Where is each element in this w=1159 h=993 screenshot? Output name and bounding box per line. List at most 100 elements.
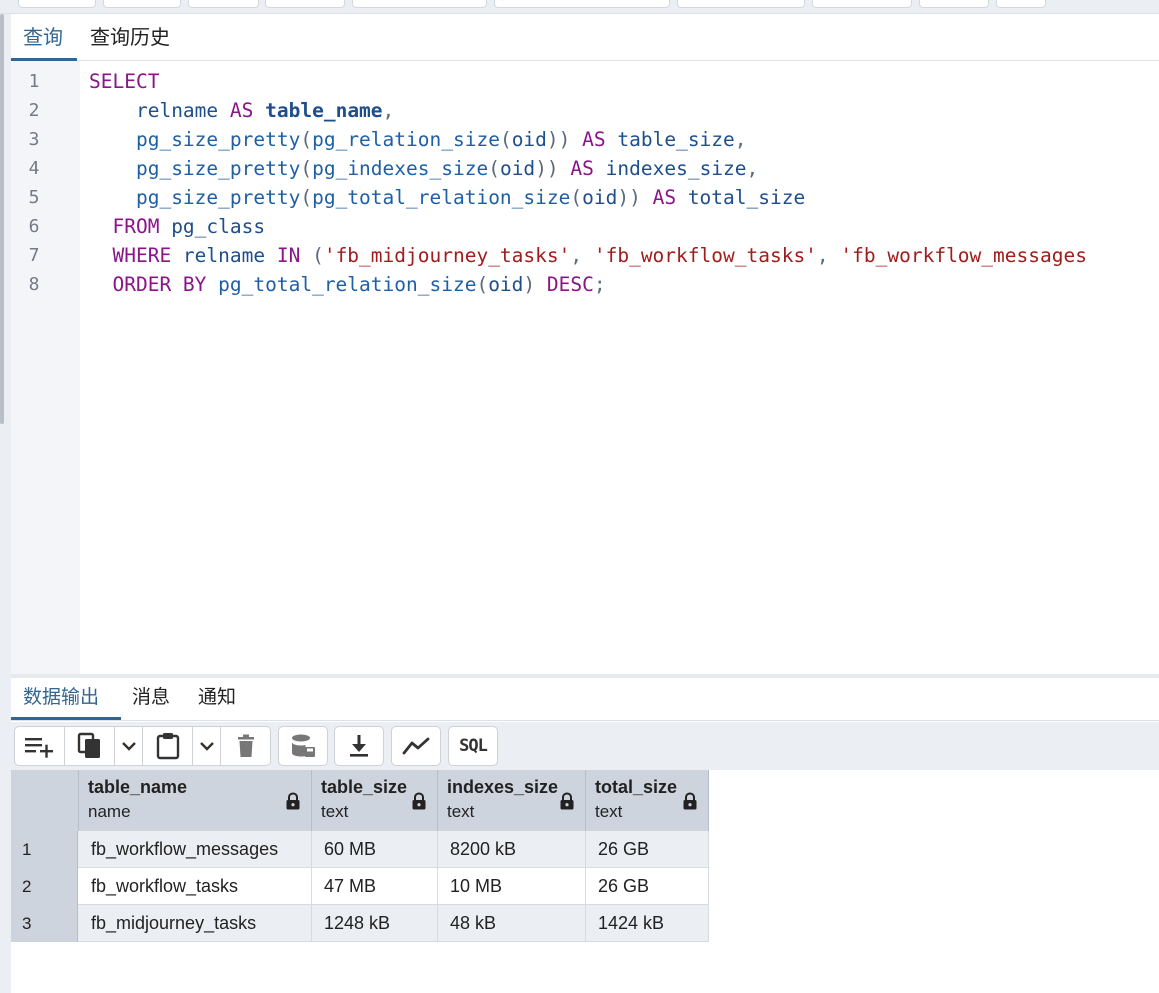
table-row[interactable]: 1 fb_workflow_messages 60 MB 8200 kB 26 …	[11, 831, 709, 868]
query-tab-bar: 查询 查询历史	[11, 14, 1159, 61]
table-row[interactable]: 3 fb_midjourney_tasks 1248 kB 48 kB 1424…	[11, 905, 709, 942]
column-header[interactable]: table_size text	[312, 770, 438, 831]
add-row-button[interactable]	[15, 727, 65, 765]
copy-icon	[77, 732, 100, 758]
sql-button[interactable]: SQL	[449, 727, 497, 765]
code-token: (	[300, 186, 313, 209]
save-data-button[interactable]	[279, 727, 327, 765]
code-token: (	[570, 186, 583, 209]
code-token: (	[499, 128, 512, 151]
table-cell[interactable]: 1248 kB	[312, 905, 438, 942]
row-number[interactable]: 3	[11, 905, 78, 942]
table-cell[interactable]: 10 MB	[438, 868, 586, 905]
paste-button[interactable]	[143, 727, 193, 765]
code-line[interactable]: WHERE relname IN ('fb_midjourney_tasks',…	[89, 241, 1086, 270]
code-line[interactable]: SELECT	[89, 67, 159, 96]
download-icon	[350, 735, 368, 757]
row-number[interactable]: 1	[11, 831, 78, 868]
column-name: table_name	[88, 777, 188, 797]
table-cell[interactable]: fb_workflow_tasks	[79, 868, 312, 905]
row-number[interactable]: 2	[11, 868, 78, 905]
tab-query[interactable]: 查询	[23, 23, 63, 51]
line-number: 5	[28, 187, 40, 208]
download-button[interactable]	[335, 727, 383, 765]
table-cell[interactable]: 26 GB	[586, 831, 709, 868]
table-cell[interactable]: 26 GB	[586, 868, 709, 905]
code-token: relname	[171, 244, 277, 267]
column-header[interactable]: total_size text	[586, 770, 709, 831]
code-line[interactable]: FROM pg_class	[89, 212, 265, 241]
table-cell[interactable]: fb_midjourney_tasks	[79, 905, 312, 942]
table-cell[interactable]: 47 MB	[312, 868, 438, 905]
lock-icon	[286, 792, 300, 810]
code-token: AS	[652, 186, 677, 209]
download-group	[334, 726, 384, 766]
code-token: pg_size_pretty	[135, 128, 301, 151]
tab-query-history[interactable]: 查询历史	[90, 23, 170, 51]
line-number: 8	[28, 274, 40, 295]
column-header[interactable]: table_name name	[79, 770, 312, 831]
code-token: 'fb_midjourney_tasks'	[323, 244, 571, 267]
lock-icon	[560, 792, 574, 810]
database-save-icon	[292, 734, 315, 757]
paste-options-dropdown[interactable]	[193, 727, 221, 765]
code-token: table_size	[605, 128, 735, 151]
code-token: ,	[746, 157, 759, 180]
code-token: ))	[535, 157, 559, 180]
column-type: text	[447, 802, 475, 821]
toolbar-button[interactable]	[812, 0, 912, 8]
toolbar-button[interactable]	[494, 0, 670, 8]
column-header[interactable]: indexes_size text	[438, 770, 586, 831]
code-token: pg_indexes_size	[312, 157, 489, 180]
left-scrollbar[interactable]	[0, 14, 4, 424]
code-token: pg_total_relation_size	[218, 273, 477, 296]
result-toolbar: SQL	[11, 722, 1159, 770]
code-token: IN	[276, 244, 301, 267]
code-line[interactable]: pg_size_pretty(pg_total_relation_size(oi…	[89, 183, 805, 212]
add-row-icon	[24, 738, 53, 758]
tab-data-output[interactable]: 数据输出	[23, 683, 99, 711]
table-row[interactable]: 2 fb_workflow_tasks 47 MB 10 MB 26 GB	[11, 868, 709, 905]
code-token: pg_size_pretty	[135, 157, 301, 180]
table-cell[interactable]: 48 kB	[438, 905, 586, 942]
code-token: AS	[229, 99, 254, 122]
code-line[interactable]: relname AS table_name,	[89, 96, 394, 125]
row-edit-group	[14, 726, 271, 766]
code-token: AS	[582, 128, 606, 151]
code-token: pg_total_relation_size	[312, 186, 571, 209]
code-token: ))	[546, 128, 571, 151]
toolbar-button[interactable]	[265, 0, 345, 8]
table-cell[interactable]: 1424 kB	[586, 905, 709, 942]
toolbar-button[interactable]	[677, 0, 805, 8]
lock-icon	[412, 792, 426, 810]
table-cell[interactable]: 8200 kB	[438, 831, 586, 868]
sql-editor[interactable]: 1 2 3 4 5 6 7 8 SELECT relname AS table_…	[11, 61, 1159, 674]
code-line[interactable]: pg_size_pretty(pg_indexes_size(oid)) AS …	[89, 154, 758, 183]
copy-options-dropdown[interactable]	[115, 727, 143, 765]
sql-label: SQL	[459, 736, 488, 756]
toolbar-button[interactable]	[996, 0, 1046, 8]
row-number-header	[11, 770, 79, 831]
code-line[interactable]: ORDER BY pg_total_relation_size(oid) DES…	[89, 270, 605, 299]
toolbar-button[interactable]	[188, 0, 259, 8]
toolbar-button[interactable]	[919, 0, 989, 8]
copy-button[interactable]	[65, 727, 115, 765]
code-token: ,	[734, 128, 747, 151]
table-cell[interactable]: 60 MB	[312, 831, 438, 868]
code-token: ,	[816, 244, 841, 267]
line-number: 7	[28, 245, 40, 266]
delete-button[interactable]	[221, 727, 270, 765]
toolbar-button[interactable]	[103, 0, 181, 8]
column-type: name	[88, 802, 131, 821]
tab-messages[interactable]: 消息	[132, 683, 170, 711]
toolbar-button[interactable]	[352, 0, 487, 8]
graph-visualiser-button[interactable]	[392, 727, 440, 765]
tab-notifications[interactable]: 通知	[198, 683, 236, 711]
code-line[interactable]: pg_size_pretty(pg_relation_size(oid)) AS…	[89, 125, 747, 154]
table-cell[interactable]: fb_workflow_messages	[79, 831, 312, 868]
toolbar-button[interactable]	[18, 0, 96, 8]
